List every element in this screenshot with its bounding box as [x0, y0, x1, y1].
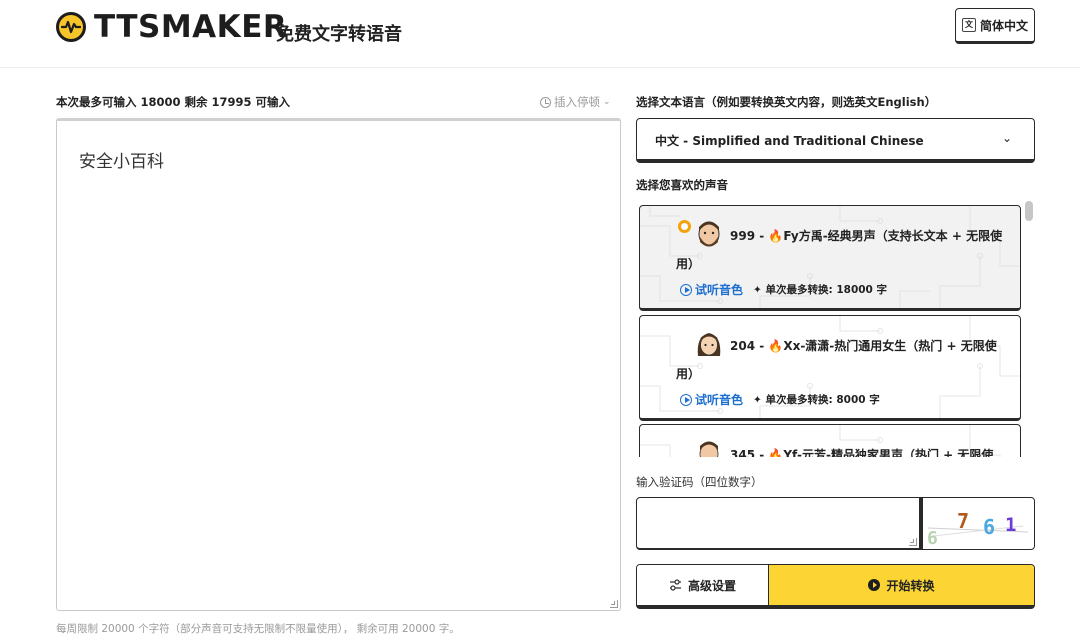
- play-circle-icon: [680, 283, 692, 296]
- language-selected-value: 中文 - Simplified and Traditional Chinese: [655, 134, 924, 148]
- translate-icon: 文: [961, 18, 976, 32]
- logo[interactable]: TTSMAKER: [56, 9, 288, 45]
- input-limit-text: 本次最多可输入 18000 剩余 17995 可输入: [56, 95, 291, 109]
- sparkle-icon: ✦: [753, 284, 766, 296]
- play-icon: [868, 579, 881, 591]
- voice-meta: 试听音色 ✦ 单次最多转换: 18000 字: [680, 281, 887, 298]
- listen-label: 试听音色: [695, 283, 744, 297]
- text-input-area[interactable]: 安全小百科: [56, 118, 621, 611]
- captcha-label: 输入验证码（四位数字）: [636, 475, 763, 489]
- resize-handle[interactable]: [909, 538, 917, 546]
- advanced-settings-button[interactable]: 高级设置: [637, 565, 769, 605]
- scroll-thumb[interactable]: [1025, 201, 1033, 221]
- voice-list-scrollbar[interactable]: [1024, 201, 1034, 457]
- listen-button[interactable]: 试听音色: [680, 281, 743, 298]
- brand-name: TTSMAKER: [94, 9, 288, 45]
- language-switch-label: 简体中文: [979, 18, 1028, 33]
- listen-label: 试听音色: [695, 393, 744, 407]
- captcha-digit: 1: [1005, 514, 1016, 536]
- voice-title-continued: 用）: [676, 257, 701, 271]
- language-select[interactable]: 中文 - Simplified and Traditional Chinese …: [636, 118, 1035, 163]
- language-switch-button[interactable]: 文 简体中文: [955, 8, 1035, 44]
- max-chars-text: 单次最多转换: 18000 字: [765, 284, 888, 296]
- max-chars: ✦ 单次最多转换: 18000 字: [753, 282, 887, 297]
- voice-title: 204 - 🔥Xx-潇潇-热门通用女生（热门 + 无限使: [730, 339, 997, 353]
- weekly-limit-note: 每周限制 20000 个字符（部分声音可支持无限制不限量使用）， 剩余可用 20…: [56, 623, 460, 635]
- captcha-digit: 6: [983, 515, 995, 539]
- listen-button[interactable]: 试听音色: [680, 391, 743, 408]
- voice-meta: 试听音色 ✦ 单次最多转换: 8000 字: [680, 391, 880, 408]
- voice-label: 选择您喜欢的声音: [636, 178, 728, 192]
- max-chars-text: 单次最多转换: 8000 字: [765, 394, 880, 406]
- voice-title: 999 - 🔥Fy方禹-经典男声（支持长文本 + 无限使: [730, 229, 1003, 243]
- insert-pause-button[interactable]: 插入停顿 ⌄: [540, 94, 611, 110]
- play-circle-icon: [680, 393, 692, 406]
- text-input-content: 安全小百科: [79, 152, 164, 172]
- action-buttons: 高级设置 开始转换: [636, 564, 1035, 609]
- brand-subtitle: 免费文字转语音: [276, 24, 402, 45]
- max-chars: ✦ 单次最多转换: 8000 字: [753, 392, 880, 407]
- male-avatar-icon: [698, 221, 720, 247]
- voice-card[interactable]: 999 - 🔥Fy方禹-经典男声（支持长文本 + 无限使 用） 试听音色 ✦ 单…: [639, 205, 1021, 311]
- chevron-down-icon: ⌄: [1001, 131, 1012, 145]
- captcha-digit: 6: [927, 528, 938, 546]
- male-avatar-icon: [699, 441, 719, 457]
- sliders-icon: [669, 579, 681, 591]
- voice-list[interactable]: 999 - 🔥Fy方禹-经典男声（支持长文本 + 无限使 用） 试听音色 ✦ 单…: [636, 201, 1035, 457]
- insert-pause-label: 插入停顿: [554, 95, 600, 109]
- sparkle-icon: ✦: [753, 394, 766, 406]
- clock-icon: [540, 96, 551, 108]
- chevron-down-icon: ⌄: [603, 97, 611, 107]
- voice-card[interactable]: 204 - 🔥Xx-潇潇-热门通用女生（热门 + 无限使 用） 试听音色 ✦ 单…: [639, 315, 1021, 421]
- page: TTSMAKER 免费文字转语音 文 简体中文 本次最多可输入 18000 剩余…: [0, 0, 1080, 641]
- header: TTSMAKER 免费文字转语音 文 简体中文: [0, 0, 1080, 68]
- start-convert-label: 开始转换: [886, 578, 935, 593]
- start-convert-button[interactable]: 开始转换: [769, 565, 1034, 605]
- advanced-settings-label: 高级设置: [687, 578, 736, 593]
- voice-card[interactable]: 345 - 🔥Yf-元芳-精品独家男声（热门 + 无限使: [639, 424, 1021, 457]
- voice-title-continued: 用）: [676, 367, 701, 381]
- waveform-icon: [56, 12, 86, 42]
- resize-handle[interactable]: [610, 600, 618, 608]
- captcha-digit: 7: [957, 509, 969, 533]
- female-avatar-icon: [697, 333, 721, 356]
- voice-title: 345 - 🔥Yf-元芳-精品独家男声（热门 + 无限使: [730, 448, 994, 457]
- captcha-image[interactable]: 6 7 6 1: [920, 497, 1035, 550]
- language-label: 选择文本语言（例如要转换英文内容，则选英文English）: [636, 95, 937, 109]
- voice-radio-selected[interactable]: [678, 220, 691, 233]
- captcha-input[interactable]: [636, 497, 920, 550]
